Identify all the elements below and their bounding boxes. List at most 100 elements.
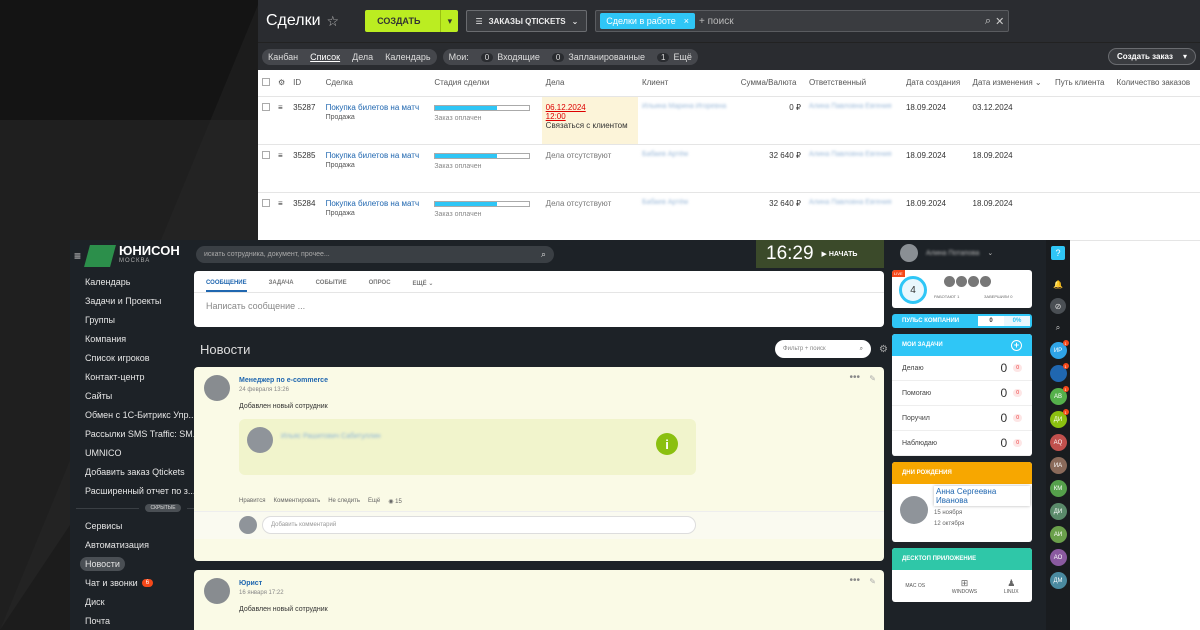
- stage-progress[interactable]: [434, 104, 531, 111]
- client-link[interactable]: Ильина Марина Игоревна: [642, 103, 733, 110]
- column-header[interactable]: Количество заказов: [1112, 70, 1200, 97]
- composer-tab[interactable]: СОБЫТИЕ: [316, 280, 347, 292]
- workday-widget[interactable]: LIVE 4 РАБОТАЮТ 1 ЗАВЕРШИЛИ 0: [892, 270, 1032, 308]
- task-row[interactable]: Наблюдаю 0 0: [892, 431, 1032, 456]
- row-checkbox[interactable]: [258, 144, 274, 193]
- activity-time[interactable]: 12:00: [546, 112, 634, 121]
- filter-preset-button[interactable]: ☰ ЗАКАЗЫ QTICKETS ⌄: [466, 10, 588, 32]
- comment-input[interactable]: Добавить комментарий: [262, 516, 696, 534]
- avatar[interactable]: [204, 578, 230, 604]
- stage-progress[interactable]: [434, 200, 531, 207]
- post-author[interactable]: Менеджер по e-commerce: [239, 377, 328, 384]
- checkbox[interactable]: [262, 102, 270, 111]
- contact-avatar[interactable]: ДМ: [1049, 572, 1067, 589]
- activity-date[interactable]: 06.12.2024: [546, 103, 634, 112]
- table-row[interactable]: ≡ 35285 Покупка билетов на матч Продажа Зака…: [258, 144, 1200, 193]
- row-menu-icon[interactable]: ≡: [274, 192, 290, 241]
- avatar[interactable]: [204, 375, 230, 401]
- gear-icon[interactable]: ⚙: [274, 70, 290, 97]
- bell-icon[interactable]: 🔔: [1050, 276, 1066, 292]
- composer-tab[interactable]: ЕЩЁ ⌄: [413, 280, 434, 292]
- add-task-icon[interactable]: +: [1011, 339, 1022, 351]
- post-action[interactable]: Не следить: [328, 498, 360, 505]
- table-row[interactable]: ≡ 35287 Покупка билетов на матч Продажа Зака…: [258, 96, 1200, 145]
- contact-avatar[interactable]: ДИ: [1049, 503, 1067, 520]
- pin-icon[interactable]: ✎: [869, 374, 876, 383]
- column-header[interactable]: Сделка: [321, 70, 431, 97]
- view-tab-Календарь[interactable]: Календарь: [385, 52, 430, 62]
- contact-avatar[interactable]: AQ: [1049, 434, 1067, 451]
- clear-icon[interactable]: ✕: [995, 15, 1004, 28]
- menu-icon[interactable]: ≡: [74, 249, 81, 263]
- create-order-button[interactable]: Создать заказ ▾: [1108, 48, 1196, 65]
- column-header[interactable]: Путь клиента: [1051, 70, 1113, 97]
- post-action[interactable]: Ещё: [368, 498, 380, 505]
- column-header[interactable]: Стадия сделки: [430, 70, 542, 97]
- contact-avatar[interactable]: КМ: [1049, 480, 1067, 497]
- composer-tab[interactable]: ОПРОС: [369, 280, 391, 292]
- company-pulse-widget[interactable]: ПУЛЬС КОМПАНИИ 0 0%: [892, 314, 1032, 328]
- row-menu-icon[interactable]: ≡: [274, 144, 290, 193]
- birthday-name[interactable]: Анна Сергеевна Иванова: [934, 486, 1030, 506]
- do-not-disturb-icon[interactable]: ⊘: [1050, 298, 1066, 314]
- os-download-linux[interactable]: ♟ LINUX: [1004, 578, 1019, 595]
- close-icon[interactable]: ×: [684, 16, 689, 26]
- message-input[interactable]: Написать сообщение ...: [194, 293, 884, 319]
- filter-search-input[interactable]: Сделки в работе × + поиск ⌕ ✕: [595, 10, 1010, 32]
- owner-link[interactable]: Алина Павловна Евгения: [809, 199, 898, 206]
- gear-icon[interactable]: ⚙: [879, 344, 888, 355]
- os-download-mac-os[interactable]: MAC OS: [905, 583, 925, 589]
- employee-name[interactable]: Ильяс Рашитович Сабитуллин: [281, 433, 381, 440]
- deal-link[interactable]: Покупка билетов на матч: [326, 199, 427, 208]
- chevron-down-icon[interactable]: ▾: [1183, 52, 1187, 61]
- row-menu-icon[interactable]: ≡: [274, 96, 290, 145]
- stage-progress[interactable]: [434, 152, 531, 159]
- column-header[interactable]: Дата создания: [901, 70, 969, 97]
- user-menu[interactable]: Алина Потапова ⌄: [900, 244, 993, 262]
- global-search-input[interactable]: искать сотрудника, документ, прочее... ⌕: [196, 246, 554, 263]
- filter-chip[interactable]: Сделки в работе ×: [600, 13, 696, 29]
- search-icon[interactable]: ⌕: [541, 249, 546, 260]
- search-icon[interactable]: ⌕: [1050, 320, 1066, 336]
- task-row[interactable]: Помогаю 0 0: [892, 381, 1032, 406]
- task-row[interactable]: Делаю 0 0: [892, 356, 1032, 381]
- task-row[interactable]: Поручил 0 0: [892, 406, 1032, 431]
- counter-item[interactable]: 0 Запланированные: [551, 52, 645, 62]
- workday-clock[interactable]: 16:29 ▶ НАЧАТЬ: [756, 240, 884, 268]
- contact-avatar[interactable]: ДИ 1: [1049, 409, 1069, 428]
- create-button[interactable]: СОЗДАТЬ ▾: [365, 10, 459, 32]
- checkbox[interactable]: [262, 150, 270, 159]
- counter-item[interactable]: 1 Ещё: [657, 52, 692, 62]
- search-icon[interactable]: ⌕: [860, 346, 863, 353]
- row-checkbox[interactable]: [258, 192, 274, 241]
- help-icon[interactable]: ?: [1051, 246, 1065, 260]
- column-header[interactable]: Клиент: [637, 70, 737, 97]
- view-tab-Дела[interactable]: Дела: [352, 52, 373, 62]
- more-icon[interactable]: •••: [849, 575, 860, 586]
- chevron-down-icon[interactable]: ▾: [440, 10, 458, 32]
- post-author[interactable]: Юрист: [239, 580, 262, 587]
- contact-avatar[interactable]: 1: [1049, 363, 1069, 382]
- column-header[interactable]: Дела: [541, 70, 638, 97]
- checkbox[interactable]: [262, 198, 270, 207]
- deal-link[interactable]: Покупка билетов на матч: [326, 151, 427, 160]
- table-row[interactable]: ≡ 35284 Покупка билетов на матч Продажа Зака…: [258, 192, 1200, 241]
- owner-link[interactable]: Алина Павловна Евгения: [809, 151, 898, 158]
- view-tab-Список[interactable]: Список: [310, 52, 340, 62]
- row-checkbox[interactable]: [258, 96, 274, 145]
- composer-tab[interactable]: СООБЩЕНИЕ: [206, 280, 247, 292]
- deal-link[interactable]: Покупка билетов на матч: [326, 103, 427, 112]
- post-action[interactable]: Нравится: [239, 498, 265, 505]
- counter-item[interactable]: 0 Входящие: [480, 52, 540, 62]
- contact-avatar[interactable]: АВ 1: [1049, 386, 1069, 405]
- view-tab-Канбан[interactable]: Канбан: [268, 52, 298, 62]
- start-workday-button[interactable]: ▶ НАЧАТЬ: [822, 250, 858, 258]
- contact-avatar[interactable]: ИА: [1049, 457, 1067, 474]
- composer-tab[interactable]: ЗАДАЧА: [269, 280, 294, 292]
- news-filter-input[interactable]: Фильтр + поиск ⌕: [775, 340, 872, 358]
- client-link[interactable]: Бабаев Артём: [642, 151, 733, 158]
- star-icon[interactable]: ☆: [327, 13, 340, 30]
- column-header[interactable]: ID: [289, 70, 322, 97]
- owner-link[interactable]: Алина Павловна Евгения: [809, 103, 898, 110]
- search-icon[interactable]: ⌕: [985, 15, 991, 28]
